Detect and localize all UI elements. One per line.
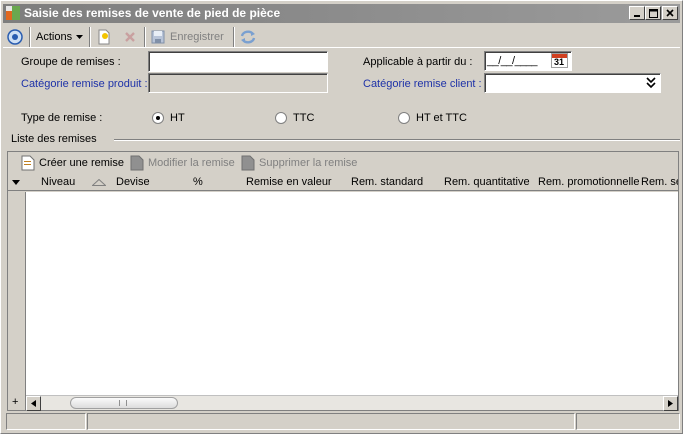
- column-header-rem-standard[interactable]: Rem. standard: [351, 176, 423, 188]
- remises-list-panel: Créer une remise Modifier la remise Supp…: [7, 151, 679, 411]
- refresh-button[interactable]: [239, 27, 257, 47]
- groupe-remises-label: Groupe de remises :: [21, 56, 121, 68]
- categorie-produit-link[interactable]: Catégorie remise produit :: [21, 78, 148, 90]
- groupe-remises-input[interactable]: [148, 51, 328, 72]
- target-icon: [7, 29, 23, 45]
- column-header-percent[interactable]: %: [193, 176, 203, 188]
- radio-ht[interactable]: HT: [152, 112, 185, 124]
- date-input[interactable]: __/__/____ 31: [484, 51, 572, 71]
- save-icon: [151, 30, 165, 44]
- status-cell: [576, 413, 680, 430]
- horizontal-scrollbar[interactable]: [26, 395, 678, 411]
- column-header-niveau[interactable]: Niveau: [41, 176, 75, 188]
- arrow-left-icon: [31, 400, 36, 407]
- scroll-right-button[interactable]: [663, 396, 678, 411]
- maximize-icon: [648, 8, 658, 18]
- refresh-icon: [240, 30, 256, 44]
- categorie-client-link[interactable]: Catégorie remise client :: [363, 78, 482, 90]
- actions-label: Actions: [36, 31, 73, 43]
- main-toolbar: Actions Enregistrer: [3, 25, 680, 48]
- app-window: Saisie des remises de vente de pied de p…: [0, 0, 683, 434]
- calendar-button[interactable]: 31: [551, 53, 568, 68]
- edit-document-icon: [130, 155, 144, 171]
- column-header-remise-valeur[interactable]: Remise en valeur: [246, 176, 332, 188]
- maximize-button[interactable]: [645, 6, 661, 20]
- chevron-down-icon: [76, 35, 84, 39]
- navigation-button[interactable]: [7, 27, 23, 47]
- new-button[interactable]: [96, 27, 112, 47]
- delete-document-icon: [241, 155, 255, 171]
- close-icon: [666, 9, 674, 17]
- categorie-produit-input[interactable]: [148, 73, 328, 93]
- new-document-icon: [98, 29, 110, 45]
- modify-remise-button[interactable]: Modifier la remise: [130, 153, 235, 173]
- minimize-button[interactable]: [629, 6, 645, 20]
- radio-ht-label: HT: [170, 112, 185, 124]
- list-toolbar: Créer une remise Modifier la remise Supp…: [8, 152, 678, 174]
- sort-ascending-icon[interactable]: [92, 179, 106, 186]
- date-value: __/__/____: [487, 55, 538, 67]
- toolbar-separator: [89, 27, 91, 47]
- column-header-rem-quantitative[interactable]: Rem. quantitative: [444, 176, 530, 188]
- double-chevron-down-icon[interactable]: [644, 76, 658, 90]
- toolbar-separator: [144, 27, 146, 47]
- app-icon: [6, 6, 20, 20]
- radio-ttc-label: TTC: [293, 112, 315, 124]
- row-menu-icon[interactable]: [12, 180, 20, 185]
- minimize-icon: [634, 15, 640, 17]
- column-header-rem-se[interactable]: Rem. se: [641, 176, 678, 188]
- status-cell: [87, 413, 575, 430]
- delete-remise-button[interactable]: Supprimer la remise: [241, 153, 357, 173]
- radio-ht-et-ttc[interactable]: HT et TTC: [398, 112, 467, 124]
- radio-indicator: [152, 112, 164, 124]
- radio-indicator: [275, 112, 287, 124]
- radio-ht-et-ttc-label: HT et TTC: [416, 112, 467, 124]
- arrow-right-icon: [668, 400, 673, 407]
- add-row-button[interactable]: +: [12, 396, 18, 408]
- column-header-rem-promotionnelle[interactable]: Rem. promotionnelle: [538, 176, 640, 188]
- toolbar-separator: [29, 27, 31, 47]
- column-header-devise[interactable]: Devise: [116, 176, 150, 188]
- type-remise-label: Type de remise :: [21, 112, 103, 124]
- save-label: Enregistrer: [170, 31, 224, 43]
- delete-icon: [125, 32, 135, 42]
- title-bar[interactable]: Saisie des remises de vente de pied de p…: [3, 4, 680, 23]
- grid-header: Niveau Devise % Remise en valeur Rem. st…: [8, 174, 678, 191]
- radio-ttc[interactable]: TTC: [275, 112, 314, 124]
- scroll-left-button[interactable]: [26, 396, 41, 411]
- applicable-label: Applicable à partir du :: [363, 56, 473, 68]
- create-remise-button[interactable]: Créer une remise: [21, 153, 124, 173]
- delete-button[interactable]: [123, 27, 137, 47]
- row-selector-strip: +: [8, 192, 26, 410]
- categorie-client-select[interactable]: [484, 73, 661, 93]
- status-bar: [3, 412, 680, 431]
- status-cell: [6, 413, 86, 430]
- grip-icon: [119, 400, 127, 406]
- new-document-icon: [21, 155, 35, 171]
- calendar-day: 31: [554, 57, 565, 67]
- delete-remise-label: Supprimer la remise: [259, 157, 358, 169]
- grid-body[interactable]: [26, 192, 678, 395]
- modify-remise-label: Modifier la remise: [148, 157, 235, 169]
- toolbar-separator: [233, 27, 235, 47]
- group-divider: [114, 139, 680, 141]
- radio-indicator: [398, 112, 410, 124]
- save-button[interactable]: Enregistrer: [150, 27, 224, 47]
- close-button[interactable]: [662, 6, 678, 20]
- actions-menu-button[interactable]: Actions: [36, 27, 84, 47]
- window-title: Saisie des remises de vente de pied de p…: [24, 6, 281, 20]
- liste-remises-title: Liste des remises: [11, 133, 97, 145]
- create-remise-label: Créer une remise: [39, 157, 124, 169]
- scroll-thumb[interactable]: [70, 397, 178, 409]
